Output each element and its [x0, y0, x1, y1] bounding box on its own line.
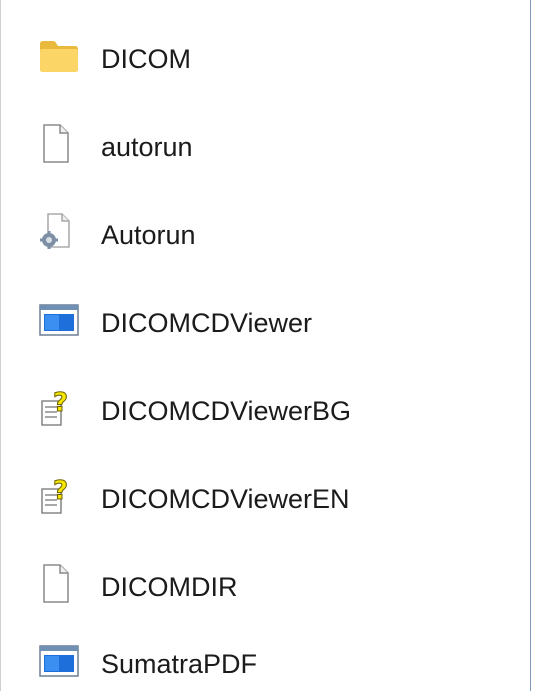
list-item-dicom-folder[interactable]: DICOM [1, 26, 530, 86]
svg-text:?: ? [53, 476, 68, 506]
list-item-dicomdir[interactable]: DICOMDIR [1, 554, 530, 614]
item-label: DICOMCDViewer [101, 308, 313, 338]
item-label: DICOMDIR [101, 572, 238, 602]
blank-file-icon [39, 124, 71, 169]
item-label: DICOM [101, 44, 191, 74]
list-item-dicomcdviewer[interactable]: DICOMCDViewer [1, 290, 530, 350]
list-item-dicomcdvieweren[interactable]: ? DICOMCDViewerEN [1, 466, 530, 526]
item-label: DICOMCDViewerBG [101, 396, 352, 426]
list-item-autorun-inf[interactable]: autorun [1, 114, 530, 174]
list-item-dicomcdviewerbg[interactable]: ? DICOMCDViewerBG [1, 378, 530, 438]
blank-file-icon [39, 564, 71, 609]
help-file-icon: ? [39, 387, 73, 432]
help-file-icon: ? [39, 475, 73, 520]
item-label: Autorun [101, 220, 196, 250]
svg-text:?: ? [53, 388, 68, 418]
list-item-sumatrapdf[interactable]: SumatraPDF [1, 631, 530, 691]
list-item-autorun-settings[interactable]: Autorun [1, 202, 530, 262]
application-icon [39, 304, 79, 341]
item-label: autorun [101, 132, 193, 162]
application-icon [39, 645, 79, 682]
item-label: SumatraPDF [101, 649, 258, 679]
item-label: DICOMCDViewerEN [101, 484, 350, 514]
folder-icon [39, 39, 79, 78]
settings-file-icon [39, 212, 73, 257]
file-list-pane: DICOM autorun Autorun DICOMCDViewer ? DI… [0, 0, 531, 691]
